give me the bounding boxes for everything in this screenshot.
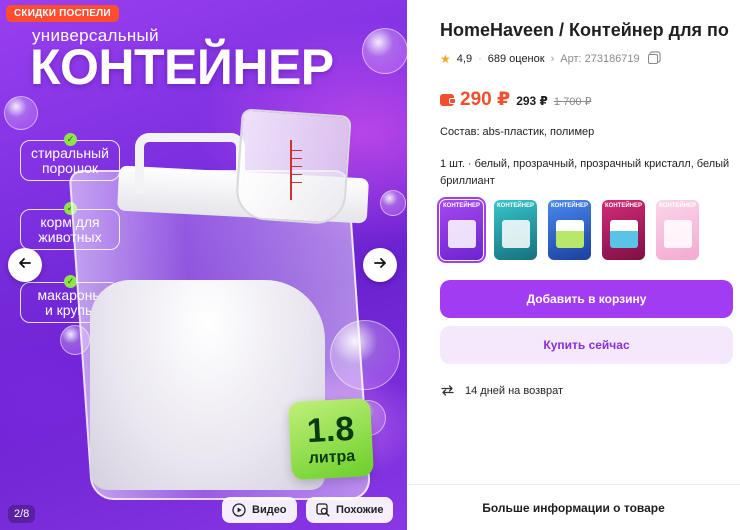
measuring-scale-marks xyxy=(290,140,320,200)
variant-thumbnail[interactable]: КОНТЕЙНЕР xyxy=(437,197,486,263)
reviews-link[interactable]: 689 оценок xyxy=(488,53,545,65)
thumbnail-title: КОНТЕЙНЕР xyxy=(443,203,480,209)
separator-dot: · xyxy=(478,53,482,65)
product-info-panel: HomeHaveen / Контейнер для по ★ 4,9 · 68… xyxy=(407,0,740,530)
price-current: 290 ₽ xyxy=(460,89,511,110)
copy-icon[interactable] xyxy=(647,54,658,64)
decor-bubble xyxy=(362,28,407,74)
arrow-right-icon xyxy=(372,255,388,276)
hero-title: КОНТЕЙНЕР xyxy=(30,39,334,95)
video-label: Видео xyxy=(252,504,287,516)
chevron-right-icon: › xyxy=(550,53,555,65)
thumbnail-title: КОНТЕЙНЕР xyxy=(605,203,642,209)
more-info-button[interactable]: Больше информации о товаре xyxy=(407,484,740,530)
star-icon: ★ xyxy=(440,52,451,66)
price-old: 1 700 ₽ xyxy=(553,96,592,108)
variant-thumbnail[interactable]: КОНТЕЙНЕР xyxy=(494,200,537,260)
play-icon xyxy=(232,503,246,517)
returns-info: 14 дней на возврат xyxy=(440,383,563,398)
product-title[interactable]: HomeHaveen / Контейнер для по xyxy=(440,20,740,41)
gallery-next-button[interactable] xyxy=(363,248,397,282)
wallet-icon xyxy=(440,94,456,106)
composition-text: Состав: abs-пластик, полимер xyxy=(440,126,595,138)
product-image-gallery[interactable]: СКИДКИ ПОСПЕЛИ универсальный КОНТЕЙНЕР ✓… xyxy=(0,0,407,530)
gallery-counter: 2/8 xyxy=(8,505,36,523)
arrow-left-icon xyxy=(17,255,33,276)
price-row: 290 ₽ 293 ₽ 1 700 ₽ xyxy=(440,88,592,111)
variant-thumbnails: КОНТЕЙНЕР КОНТЕЙНЕР КОНТЕЙНЕР КОНТЕЙНЕР … xyxy=(437,197,699,263)
thumbnail-product xyxy=(502,220,530,248)
thumbnail-product xyxy=(664,220,692,248)
add-to-cart-button[interactable]: Добавить в корзину xyxy=(440,280,733,318)
similar-button[interactable]: Похожие xyxy=(306,497,394,523)
feature-line: стиральный xyxy=(31,145,109,161)
thumbnail-product xyxy=(448,220,476,248)
volume-badge: 1.8 литра xyxy=(288,397,374,481)
video-button[interactable]: Видео xyxy=(222,497,297,523)
decor-bubble xyxy=(4,96,38,130)
thumbnail-product xyxy=(610,220,638,248)
powder-illustration xyxy=(90,280,325,490)
return-arrows-icon xyxy=(440,383,455,398)
check-icon: ✓ xyxy=(64,133,77,146)
volume-value: 1.8 xyxy=(305,409,356,451)
thumbnail-title: КОНТЕЙНЕР xyxy=(551,203,588,209)
rating-value: 4,9 xyxy=(456,53,473,65)
promo-badge: СКИДКИ ПОСПЕЛИ xyxy=(6,5,119,22)
price-without-card: 293 ₽ xyxy=(516,94,548,108)
variant-thumbnail[interactable]: КОНТЕЙНЕР xyxy=(656,200,699,260)
rating-row: ★ 4,9 · 689 оценок › Арт: 273186719 xyxy=(440,52,658,66)
volume-unit: литра xyxy=(308,447,356,468)
gallery-prev-button[interactable] xyxy=(8,248,42,282)
similar-label: Похожие xyxy=(336,504,384,516)
variant-thumbnail[interactable]: КОНТЕЙНЕР xyxy=(548,200,591,260)
decor-bubble xyxy=(380,190,406,216)
thumbnail-title: КОНТЕЙНЕР xyxy=(659,203,696,209)
thumbnail-product xyxy=(556,220,584,248)
buy-now-button[interactable]: Купить сейчас xyxy=(440,326,733,364)
variant-thumbnail[interactable]: КОНТЕЙНЕР xyxy=(602,200,645,260)
returns-text: 14 дней на возврат xyxy=(465,384,563,397)
variants-text: 1 шт. · белый, прозрачный, прозрачный кр… xyxy=(440,158,730,187)
thumbnail-title: КОНТЕЙНЕР xyxy=(497,203,534,209)
search-image-icon xyxy=(316,503,330,517)
article-number: Арт: 273186719 xyxy=(560,53,640,65)
container-handle-illustration xyxy=(135,133,245,193)
